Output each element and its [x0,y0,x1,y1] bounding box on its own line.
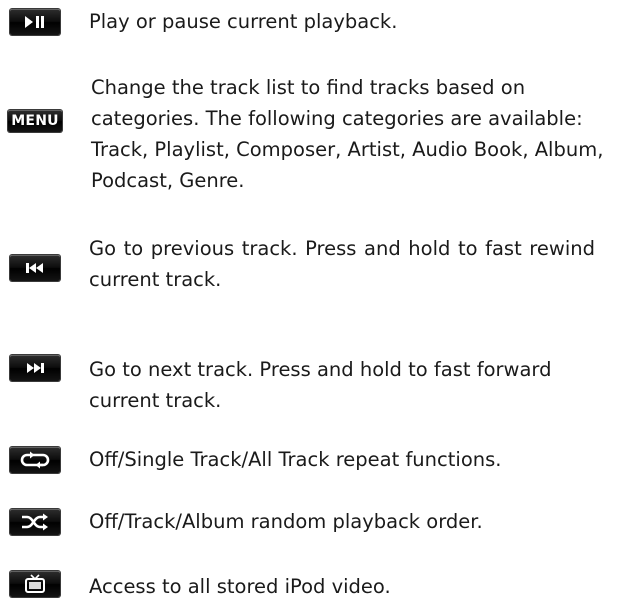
menu-icon-label: MENU [11,113,59,129]
previous-track-icon [10,255,60,281]
video-description: Access to all stored iPod video. [89,575,391,598]
repeat-icon [10,447,60,473]
menu-description-line1: Change the track list to find tracks bas… [91,76,526,99]
next-track-icon [10,355,60,381]
next-track-description: Go to next track. Press and hold to fast… [89,358,552,412]
play-pause-description: Play or pause current playback. [89,10,398,33]
shuffle-description: Off/Track/Album random playback order. [89,510,483,533]
previous-track-description: Go to previous track. Press and hold to … [89,237,595,291]
play-pause-icon [10,9,60,35]
menu-icon: MENU [8,110,62,132]
shuffle-icon [10,509,60,535]
menu-description: Change the track list to find tracks bas… [91,72,605,196]
menu-description-rest: categories. The following categories are… [91,107,604,192]
repeat-description: Off/Single Track/All Track repeat functi… [89,448,502,471]
tv-video-icon [10,571,60,597]
